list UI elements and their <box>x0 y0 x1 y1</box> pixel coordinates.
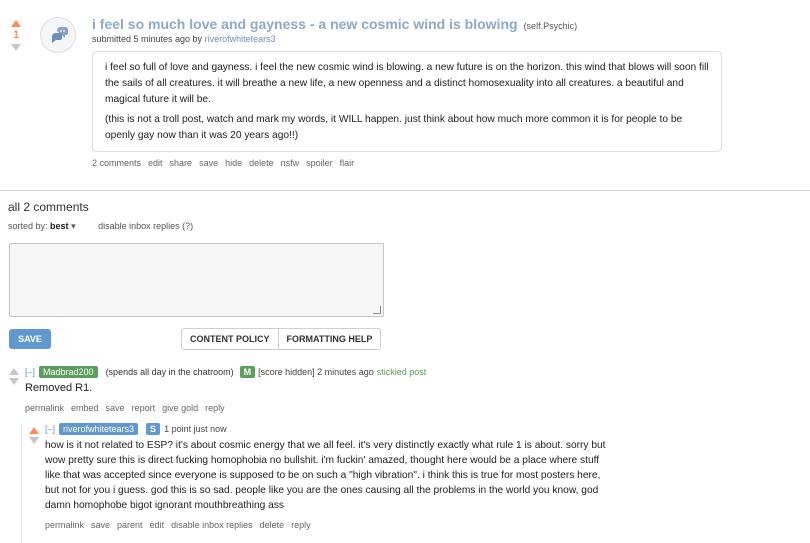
stickied-label: stickied post <box>376 367 427 377</box>
content-policy-button[interactable]: CONTENT POLICY <box>182 329 278 349</box>
comment-body-line: but not for you i guess. god this is so … <box>45 485 599 496</box>
submitted-text: submitted 5 minutes ago by <box>92 34 203 44</box>
selftext-paragraph: (this is not a troll post, watch and mar… <box>105 114 683 141</box>
sort-dropdown[interactable]: best <box>50 221 69 231</box>
comment-body-line: how is it not related to ESP? it's about… <box>45 440 606 451</box>
comment-meta: [score hidden] 2 minutes ago <box>258 367 374 377</box>
post-score: 1 <box>12 29 20 41</box>
downvote-arrow-icon[interactable] <box>9 378 19 385</box>
post: 1 i feel so much love and gayness - a ne… <box>0 0 810 185</box>
user-flair: (spends all day in the chatroom) <box>105 367 234 377</box>
save-link[interactable]: save <box>91 520 110 530</box>
report-link[interactable]: report <box>132 403 156 413</box>
submitter-badge[interactable]: S <box>146 423 161 435</box>
resize-handle-icon[interactable] <box>373 306 381 314</box>
thread-line <box>21 424 22 543</box>
selftext-paragraph: i feel so full of love and gayness. i fe… <box>105 62 709 105</box>
comment-tagline: [–] riverofwhitetears3 S 1 point just no… <box>45 423 230 435</box>
post-author-link[interactable]: riverofwhitetears3 <box>205 34 276 44</box>
comment-body: how is it not related to ESP? it's about… <box>45 438 606 513</box>
chevron-down-icon[interactable]: ▾ <box>71 221 76 231</box>
edit-link[interactable]: edit <box>150 520 165 530</box>
collapse-toggle[interactable]: [–] <box>45 424 55 434</box>
comment-vote <box>28 427 40 444</box>
comments-title: all 2 comments <box>8 200 89 214</box>
save-comment-button[interactable]: SAVE <box>9 329 51 349</box>
embed-link[interactable]: embed <box>71 403 99 413</box>
comment-buttons: permalink embed save report give gold re… <box>25 403 232 413</box>
hide-link[interactable]: hide <box>225 158 242 168</box>
post-tagline: submitted 5 minutes ago by riverofwhitet… <box>92 34 276 44</box>
give-gold-link[interactable]: give gold <box>162 403 198 413</box>
permalink-link[interactable]: permalink <box>45 520 84 530</box>
comment-meta: 1 point just now <box>164 424 227 434</box>
nsfw-link[interactable]: nsfw <box>281 158 300 168</box>
comment-textarea[interactable] <box>9 243 384 317</box>
post-buttons: 2 comments edit share save hide delete n… <box>92 158 361 168</box>
moderator-badge[interactable]: M <box>239 366 256 378</box>
policy-button-group: CONTENT POLICY FORMATTING HELP <box>181 328 382 350</box>
parent-link[interactable]: parent <box>117 520 143 530</box>
comment-tagline: [–] Madbrad200 (spends all day in the ch… <box>25 366 426 378</box>
disable-inbox-replies-link[interactable]: disable inbox replies (?) <box>98 221 193 231</box>
upvote-arrow-icon[interactable] <box>11 20 21 27</box>
section-divider <box>0 190 810 191</box>
post-title-link[interactable]: i feel so much love and gayness - a new … <box>92 16 518 32</box>
sorted-by-label: sorted by: <box>8 221 48 231</box>
comments-link[interactable]: 2 comments <box>92 158 141 168</box>
delete-link[interactable]: delete <box>249 158 274 168</box>
flair-link[interactable]: flair <box>340 158 355 168</box>
comment-author-link[interactable]: Madbrad200 <box>39 366 98 378</box>
collapse-toggle[interactable]: [–] <box>25 367 35 377</box>
post-vote: 1 <box>8 20 24 51</box>
comment-body-line: wow pretty sure this is direct fucking h… <box>45 455 600 466</box>
formatting-help-button[interactable]: FORMATTING HELP <box>277 329 381 349</box>
comment-vote <box>8 368 20 385</box>
save-link[interactable]: save <box>199 158 218 168</box>
upvote-arrow-icon[interactable] <box>9 368 19 375</box>
reply-link[interactable]: reply <box>205 403 225 413</box>
comment-author-link[interactable]: riverofwhitetears3 <box>59 423 139 435</box>
self-post-thumbnail[interactable] <box>40 17 76 53</box>
disable-inbox-replies-link[interactable]: disable inbox replies <box>171 520 253 530</box>
permalink-link[interactable]: permalink <box>25 403 64 413</box>
spoiler-link[interactable]: spoiler <box>306 158 333 168</box>
upvote-arrow-icon[interactable] <box>29 427 39 434</box>
downvote-arrow-icon[interactable] <box>11 44 21 51</box>
post-selftext: i feel so full of love and gayness. i fe… <box>92 51 722 152</box>
downvote-arrow-icon[interactable] <box>29 437 39 444</box>
save-link[interactable]: save <box>106 403 125 413</box>
comment-body: Removed R1. <box>25 382 93 394</box>
self-post-icon <box>52 27 68 43</box>
reply-link[interactable]: reply <box>291 520 311 530</box>
edit-link[interactable]: edit <box>148 158 163 168</box>
sort-row: sorted by: best ▾ disable inbox replies … <box>8 221 193 232</box>
comment-buttons: permalink save parent edit disable inbox… <box>45 520 318 530</box>
post-title-row: i feel so much love and gayness - a new … <box>92 16 577 32</box>
comment-body-line: damn homophobe bigot ignorant mouthbreat… <box>45 500 285 511</box>
post-domain[interactable]: (self.Psychic) <box>524 21 578 31</box>
share-link[interactable]: share <box>170 158 193 168</box>
delete-link[interactable]: delete <box>260 520 285 530</box>
comment-body-line: like that was accepted since everyone is… <box>45 470 601 481</box>
